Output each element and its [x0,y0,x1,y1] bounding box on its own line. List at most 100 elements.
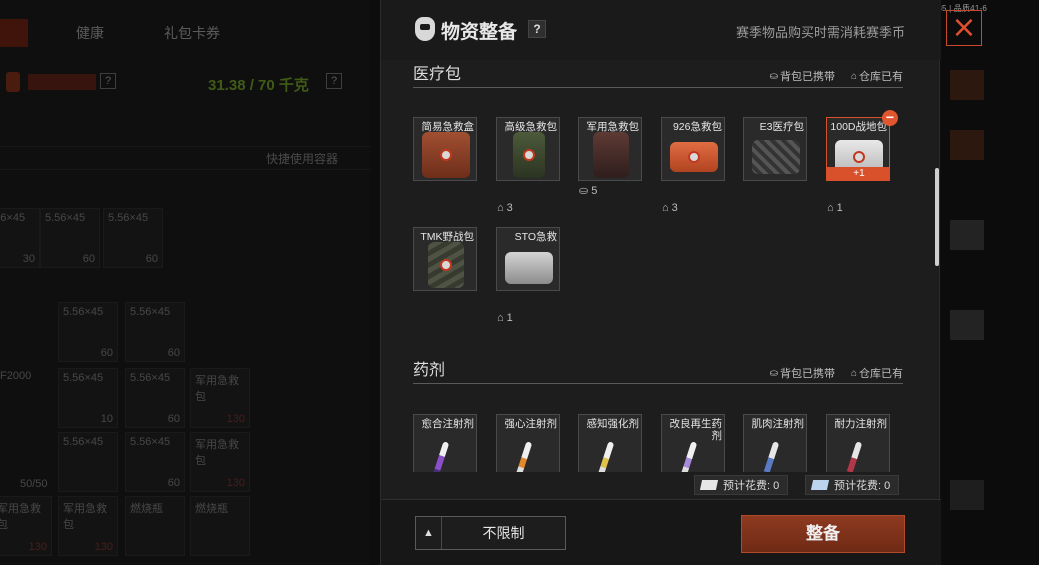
item-tmk-field-kit[interactable]: TMK野战包 [413,227,477,291]
background-cell: 5.56×45 60 [58,302,118,362]
syringe-image [841,441,863,472]
stock-count: ⌂ 1 [827,202,843,214]
page-title: 物资整备 [441,22,518,43]
item-muscle-injection[interactable]: 肌肉注射剂 [743,414,807,472]
medkit-image [513,132,545,178]
syringe-image [758,441,780,472]
background-cell: 军用急救包 130 [190,368,250,428]
cross-icon [688,151,700,163]
legend-warehouse: ⌂ 仓库已有 [850,70,903,84]
help-button[interactable]: ? [528,20,546,38]
home-icon: ⌂ [850,70,857,82]
item-stamina-injection[interactable]: 耐力注射剂 [826,414,890,472]
item-healing-injection[interactable]: 愈合注射剂 [413,414,477,472]
item-simple-first-aid-box[interactable]: 简易急救盒 [413,117,477,181]
item-cardiac-injection[interactable]: 强心注射剂 [496,414,560,472]
background-gun-ammo: 50/50 [20,478,48,490]
item-e3-medical-kit[interactable]: E3医疗包 [743,117,807,181]
home-icon: ⌂ [827,202,834,214]
medkit-image [422,132,470,178]
limit-selector[interactable]: ▲ 不限制 [415,516,566,550]
scrollbar[interactable] [935,168,939,266]
section-legend: ⛀ 背包已携带 ⌂ 仓库已有 [770,68,903,84]
background-inventory: 健康 礼包卡券 ? 31.38 / 70 千克 ? 快捷使用容器 5.56×45… [0,0,370,565]
medkit-image [752,140,800,174]
mask-logo-icon [415,17,435,41]
syringe-image [511,441,533,472]
cross-icon [853,151,865,163]
legend-backpack: ⛀ 背包已携带 [769,70,835,84]
background-weight-help: ? [326,73,342,89]
background-gun-label: F2000 [0,370,32,382]
item-926-first-aid-kit[interactable]: 926急救包 [661,117,725,181]
item-perception-booster[interactable]: 感知强化剂 [578,414,642,472]
item-scroll-area[interactable]: 医疗包 ⛀ 背包已携带 ⌂ 仓库已有 简易急救盒 高级急救包 军用急救包 926急救… [381,60,941,472]
rifle-icon [950,310,984,340]
home-icon: ⌂ [497,202,504,214]
background-quick-use: 快捷使用容器 [266,152,339,166]
selected-count: +1 [827,167,889,180]
panel-header: 物资整备 ? 赛季物品购买时需消耗赛季币 [381,0,941,60]
background-tab-gift: 礼包卡券 [164,25,220,41]
background-cell: 5.56×45 60 [125,432,185,492]
background-cell: 5.56×45 10 [58,368,118,428]
stock-count: ⌂ 1 [497,312,513,324]
background-cell: 军用急救包 130 [58,496,118,556]
background-cell: 5.56×45 [58,432,118,492]
equip-button[interactable]: 整备 [741,515,905,553]
background-cell: 军用急救包 130 [0,496,52,556]
medkit-image [428,242,464,288]
estimated-cost-cash: 预计花费: 0 [694,475,789,495]
background-weight-row: ? 31.38 / 70 千克 ? [0,68,370,98]
background-cell: 军用急救包 130 [190,432,250,492]
item-improved-regen-agent[interactable]: 改良再生药剂 [661,414,725,472]
background-weight-label [28,74,96,90]
backpack-icon [6,72,20,92]
medkit-image [505,252,553,284]
right-side-strip [942,0,1039,565]
cross-icon [523,149,535,161]
background-cell: 5.56×4530 [0,208,40,268]
pistol-icon [950,480,984,510]
remove-item-button[interactable]: − [882,110,898,126]
home-icon: ⌂ [662,202,669,214]
section-divider [413,383,903,384]
background-cell: 燃烧瓶 [125,496,185,556]
stock-count: ⛀ 5 [579,184,598,198]
gun-icon [950,220,984,250]
stock-count: ⌂ 3 [497,202,513,214]
limit-label: 不限制 [482,525,525,541]
background-help: ? [100,73,116,89]
background-tab-health: 健康 [76,25,104,41]
weapon-icon [950,70,984,100]
backpack-icon: ⛀ [769,70,778,82]
supply-panel: 物资整备 ? 赛季物品购买时需消耗赛季币 医疗包 ⛀ 背包已携带 ⌂ 仓库已有 简易… [380,0,941,565]
season-coin-icon [810,480,830,490]
background-cell: 燃烧瓶 [190,496,250,556]
section-legend: ⛀ 背包已携带 ⌂ 仓库已有 [770,365,903,381]
syringe-image [593,441,615,472]
close-button[interactable]: × [946,10,982,46]
home-icon: ⌂ [497,312,504,324]
background-cell: 5.56×45 60 [103,208,163,268]
stock-count: ⌂ 3 [662,202,678,214]
cross-icon [440,149,452,161]
section-divider [413,87,903,88]
syringe-image [676,441,698,472]
background-active-tab [0,19,28,47]
estimated-cost-season: 预计花费: 0 [805,475,900,495]
season-hint: 赛季物品购买时需消耗赛季币 [735,25,905,40]
backpack-icon: ⛀ [769,367,778,379]
close-icon: × [951,10,977,45]
section-title-medkits: 医疗包 [413,66,462,83]
legend-warehouse: ⌂ 仓库已有 [850,367,903,381]
item-military-first-aid-kit[interactable]: 军用急救包 [578,117,642,181]
home-icon: ⌂ [850,367,857,379]
item-advanced-first-aid-kit[interactable]: 高级急救包 [496,117,560,181]
arrow-up-icon: ▲ [416,517,442,549]
medkit-image [670,142,718,172]
background-cell: 5.56×45 60 [125,368,185,428]
item-100d-field-kit[interactable]: 100D战地包 +1 [826,117,890,181]
item-sto-first-aid[interactable]: STO急救 [496,227,560,291]
background-weight: 31.38 / 70 千克 [208,77,309,94]
